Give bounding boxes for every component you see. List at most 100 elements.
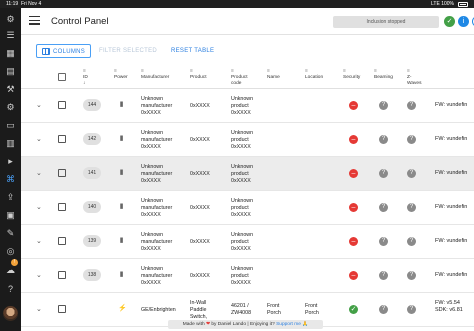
column-header-beaming[interactable]: ≡ Beaming [374, 69, 393, 81]
column-header-manufacturer[interactable]: ≡ Manufacturer [141, 69, 169, 81]
insecure-minus-icon: – [349, 237, 358, 246]
product-code-cell: Unknown product 0xXXXX [231, 96, 254, 116]
grid-icon[interactable]: ▦ [5, 48, 16, 59]
filter-selected-button[interactable]: FILTER SELECTED [93, 44, 163, 58]
firmware-cell: FW: vundefin [435, 102, 468, 108]
settings-icon[interactable]: ⚙ [5, 14, 16, 25]
column-header-security[interactable]: ≡ Security [343, 69, 360, 81]
zwave-unknown-icon: ? [407, 305, 416, 314]
row-checkbox[interactable] [58, 203, 66, 211]
node-id-badge: 144 [83, 99, 101, 111]
product-cell: 0xXXXX [190, 205, 210, 211]
footer-banner: Made with ❤ by Daniel Lando | Enjoying i… [168, 320, 323, 329]
name-cell: Front Porch [267, 303, 281, 316]
column-header-zwave[interactable]: ≡ Z- Waves [407, 69, 421, 87]
row-checkbox[interactable] [58, 135, 66, 143]
product-code-cell: Unknown product 0xXXXX [231, 164, 254, 184]
firmware-cell: FW: vundefin [435, 272, 468, 278]
node-id-badge: 139 [83, 235, 101, 247]
beaming-unknown-icon: ? [379, 271, 388, 280]
help-icon[interactable]: ? [5, 284, 16, 295]
table-row[interactable]: ⌄ 141 ▮ Unknown manufacturer 0xXXXX 0xXXXX Un… [21, 157, 474, 191]
expand-chevron-icon[interactable]: ⌄ [36, 101, 42, 109]
beaming-unknown-icon: ? [379, 237, 388, 246]
expand-chevron-icon[interactable]: ⌄ [36, 169, 42, 177]
zwave-unknown-icon: ? [407, 203, 416, 212]
insecure-minus-icon: – [349, 101, 358, 110]
row-checkbox[interactable] [58, 101, 66, 109]
product-code-cell: 46201 / ZW4008 [231, 303, 252, 316]
beaming-unknown-icon: ? [379, 135, 388, 144]
zwave-unknown-icon: ? [407, 271, 416, 280]
column-header-power[interactable]: ≡ Power [114, 69, 128, 81]
firmware-cell: FW: vundefin [435, 204, 468, 210]
terminal-icon[interactable]: ▸ [5, 156, 16, 167]
system-status-bar: 11:19 Fri Nov 4 LTE 100% [0, 0, 474, 8]
row-checkbox[interactable] [58, 169, 66, 177]
product-cell: In-Wall Paddle Switch, [190, 300, 208, 320]
firmware-cell: FW: vundefin [435, 238, 468, 244]
columns-icon [42, 48, 50, 55]
product-cell: 0xXXXX [190, 137, 210, 143]
plug-icon: ⚡ [118, 305, 127, 312]
battery-icon: ▮ [119, 237, 124, 244]
notification-icon[interactable]: ◎ [5, 246, 16, 257]
sync-icon[interactable]: ☁ [5, 265, 16, 276]
zwave-unknown-icon: ? [407, 135, 416, 144]
location-cell: Front Porch [305, 303, 319, 316]
row-checkbox[interactable] [58, 271, 66, 279]
reset-table-button[interactable]: RESET TABLE [165, 44, 220, 58]
row-checkbox[interactable] [58, 305, 66, 313]
connected-icon[interactable]: ✓ [444, 16, 455, 27]
avatar[interactable] [3, 306, 18, 321]
product-cell: 0xXXXX [190, 239, 210, 245]
table-row[interactable]: ⌄ 144 ▮ Unknown manufacturer 0xXXXX 0xXXXX Un… [21, 89, 474, 123]
table-row[interactable]: ⌄ 140 ▮ Unknown manufacturer 0xXXXX 0xXXXX Un… [21, 191, 474, 225]
battery-icon: ▮ [119, 271, 124, 278]
list-icon[interactable]: ☰ [5, 30, 16, 41]
beaming-unknown-icon: ? [379, 305, 388, 314]
insecure-minus-icon: – [349, 169, 358, 178]
row-checkbox[interactable] [58, 237, 66, 245]
table-row[interactable]: ⌄ 138 ▮ Unknown manufacturer 0xXXXX 0xXXXX Un… [21, 259, 474, 293]
table-row[interactable]: ⌄ 142 ▮ Unknown manufacturer 0xXXXX 0xXXXX Un… [21, 123, 474, 157]
column-header-location[interactable]: ≡ Location [305, 69, 323, 81]
select-all-checkbox[interactable] [58, 73, 66, 81]
table-header: ≡ ID ↓ ≡ Power ≡ Manufacturer ≡ Product ≡ Prod… [21, 65, 474, 89]
expand-chevron-icon[interactable]: ⌄ [36, 237, 42, 245]
document-icon[interactable]: ▭ [5, 120, 16, 131]
columns-button[interactable]: COLUMNS [36, 44, 91, 58]
product-code-cell: Unknown product 0xXXXX [231, 232, 254, 252]
network-icon[interactable]: ⌘ [5, 174, 16, 185]
column-header-product[interactable]: ≡ Product [190, 69, 207, 81]
tools-icon[interactable]: ✎ [5, 228, 16, 239]
calendar-icon[interactable]: ▣ [5, 210, 16, 221]
beaming-unknown-icon: ? [379, 169, 388, 178]
battery-icon: ▮ [119, 135, 124, 142]
column-header-name[interactable]: ≡ Name [267, 69, 280, 81]
node-id-badge: 141 [83, 167, 101, 179]
inclusion-status: Inclusion stopped [333, 16, 439, 28]
manufacturer-cell: Unknown manufacturer 0xXXXX [141, 164, 173, 184]
support-link[interactable]: Support me [276, 322, 301, 327]
column-header-product-code[interactable]: ≡ Product code [231, 69, 248, 87]
manufacturer-cell: Unknown manufacturer 0xXXXX [141, 266, 173, 286]
expand-chevron-icon[interactable]: ⌄ [36, 271, 42, 279]
expand-chevron-icon[interactable]: ⌄ [36, 305, 42, 313]
manufacturer-cell: Unknown manufacturer 0xXXXX [141, 198, 173, 218]
expand-chevron-icon[interactable]: ⌄ [36, 135, 42, 143]
insecure-minus-icon: – [349, 271, 358, 280]
wrench-icon[interactable]: ⚒ [5, 84, 16, 95]
expand-chevron-icon[interactable]: ⌄ [36, 203, 42, 211]
column-header-id[interactable]: ≡ ID ↓ [83, 69, 88, 87]
table-row[interactable]: ⌄ 139 ▮ Unknown manufacturer 0xXXXX 0xXXXX Un… [21, 225, 474, 259]
node-id-badge: 140 [83, 201, 101, 213]
database-icon[interactable]: ▤ [5, 66, 16, 77]
gear-icon[interactable]: ⚙ [5, 102, 16, 113]
info-icon[interactable]: i [458, 16, 469, 27]
beaming-unknown-icon: ? [379, 203, 388, 212]
chart-icon[interactable]: ▥ [5, 138, 16, 149]
upload-icon[interactable]: ⇪ [5, 192, 16, 203]
product-cell: 0xXXXX [190, 103, 210, 109]
menu-button[interactable] [29, 16, 40, 26]
